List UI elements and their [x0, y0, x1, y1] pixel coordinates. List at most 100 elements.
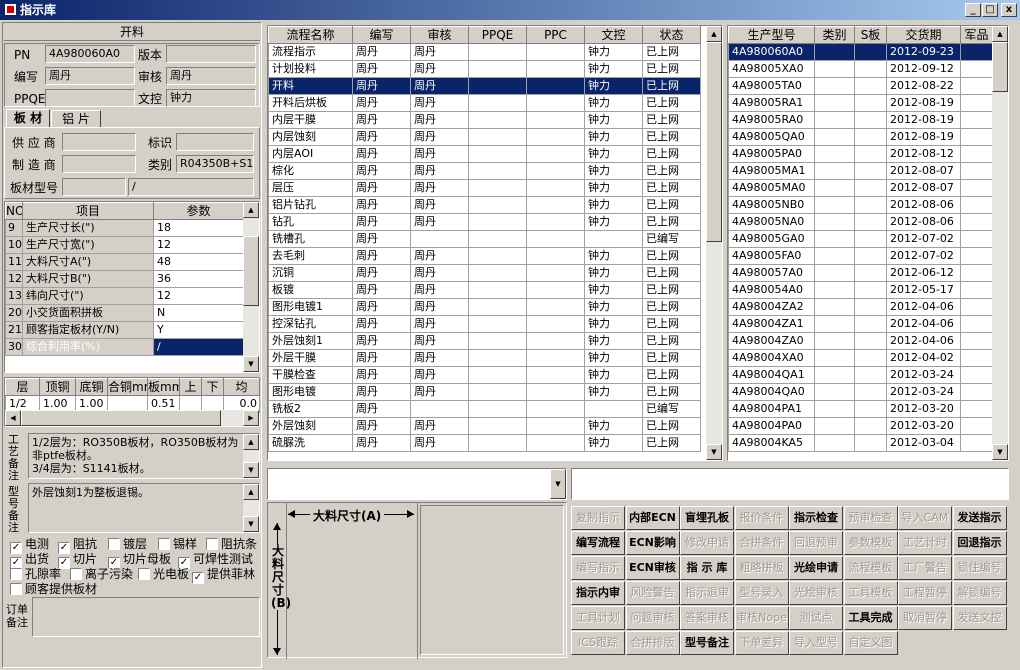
- flow-cell[interactable]: 钟力: [584, 315, 643, 333]
- flow-cell[interactable]: 周丹: [410, 247, 469, 265]
- flow-cell[interactable]: [526, 417, 585, 435]
- flow-row[interactable]: 图形电镀 周丹 周丹 钟力 已上网: [268, 383, 701, 401]
- mark-field[interactable]: [176, 133, 254, 151]
- col-board[interactable]: 板mm: [147, 378, 180, 396]
- model-cell[interactable]: [960, 77, 993, 95]
- model-cell[interactable]: [960, 43, 993, 61]
- flow-cell[interactable]: 钟力: [584, 145, 643, 163]
- flow-cell[interactable]: 外层蚀刻1: [268, 332, 353, 350]
- flow-cell[interactable]: 控深钻孔: [268, 315, 353, 333]
- flow-cell[interactable]: 周丹: [410, 332, 469, 350]
- action-button[interactable]: 下单差异: [734, 631, 789, 655]
- flow-cell[interactable]: [468, 315, 527, 333]
- action-button[interactable]: ICS跟踪: [571, 631, 625, 655]
- checkmark-icon[interactable]: ✓: [192, 572, 204, 584]
- flow-cell[interactable]: [526, 60, 585, 78]
- option-checkbox[interactable]: 锡样: [158, 537, 197, 551]
- action-button[interactable]: 发送指示: [952, 506, 1007, 530]
- flow-col-header[interactable]: 流程名称: [268, 26, 353, 44]
- model-cell[interactable]: [960, 264, 993, 282]
- minimize-button[interactable]: _: [965, 3, 981, 17]
- flow-col-header[interactable]: 文控: [584, 26, 643, 44]
- model-cell[interactable]: [814, 77, 855, 95]
- model-cell[interactable]: 4A98005PA0: [728, 145, 815, 163]
- flow-cell[interactable]: 周丹: [352, 315, 411, 333]
- scroll-up-icon[interactable]: ▲: [243, 434, 259, 450]
- flow-cell[interactable]: 周丹: [352, 400, 411, 418]
- model-row[interactable]: 4A980054A0 2012-05-17: [728, 281, 993, 299]
- flow-cell[interactable]: [526, 77, 585, 95]
- model-cell[interactable]: [814, 417, 855, 435]
- action-button[interactable]: 指 示 库: [680, 556, 734, 580]
- flow-cell[interactable]: [526, 213, 585, 231]
- flow-cell[interactable]: 图形电镀: [268, 383, 353, 401]
- flow-cell[interactable]: 周丹: [352, 77, 411, 95]
- param-row[interactable]: 20 小交货面积拼板 N: [5, 304, 244, 322]
- action-button[interactable]: ECN影响: [625, 531, 680, 555]
- flow-cell[interactable]: 钟力: [584, 213, 643, 231]
- model-cell[interactable]: [960, 179, 993, 197]
- layer-hscrollbar[interactable]: ◀ ▶: [5, 410, 259, 426]
- action-button[interactable]: 工具模板: [843, 581, 898, 605]
- model-row[interactable]: 4A980057A0 2012-06-12: [728, 264, 993, 282]
- flow-cell[interactable]: [468, 230, 527, 248]
- flow-cell[interactable]: 已上网: [642, 94, 701, 112]
- flow-row[interactable]: 干膜检查 周丹 周丹 钟力 已上网: [268, 366, 701, 384]
- flow-cell[interactable]: 钟力: [584, 417, 643, 435]
- flow-cell[interactable]: 已上网: [642, 179, 701, 197]
- flow-cell[interactable]: [468, 179, 527, 197]
- scroll-down-icon[interactable]: ▼: [243, 356, 259, 372]
- model-cell[interactable]: [854, 332, 887, 350]
- model-cell[interactable]: [854, 230, 887, 248]
- col-down[interactable]: 下: [201, 378, 224, 396]
- flow-cell[interactable]: [526, 94, 585, 112]
- model-cell[interactable]: [854, 315, 887, 333]
- flow-cell[interactable]: [526, 383, 585, 401]
- model-row[interactable]: 4A98005XA0 2012-09-12: [728, 60, 993, 78]
- flow-row[interactable]: 钻孔 周丹 周丹 钟力 已上网: [268, 213, 701, 231]
- action-button[interactable]: 解锁编号: [952, 581, 1007, 605]
- flow-cell[interactable]: 外层干膜: [268, 349, 353, 367]
- action-button[interactable]: ECN审核: [625, 556, 680, 580]
- model-row[interactable]: 4A98004XA0 2012-04-02: [728, 349, 993, 367]
- model-row[interactable]: 4A98004PA0 2012-03-20: [728, 417, 993, 435]
- model-cell[interactable]: 4A98005MA1: [728, 162, 815, 180]
- model-cell[interactable]: [960, 213, 993, 231]
- flow-cell[interactable]: 周丹: [352, 349, 411, 367]
- model-cell[interactable]: 4A98004XA0: [728, 349, 815, 367]
- checkbox-empty-icon[interactable]: [138, 568, 150, 580]
- model-cell[interactable]: [960, 94, 993, 112]
- model-cell[interactable]: [854, 179, 887, 197]
- flow-cell[interactable]: [468, 43, 527, 61]
- flow-cell[interactable]: 已上网: [642, 264, 701, 282]
- flow-cell[interactable]: 周丹: [352, 383, 411, 401]
- param-item-cell[interactable]: 纬向尺寸("): [22, 287, 154, 305]
- param-row[interactable]: 13 纬向尺寸(") 12: [5, 287, 244, 305]
- model-row[interactable]: 4A98005NB0 2012-08-06: [728, 196, 993, 214]
- model-cell[interactable]: 2012-08-07: [886, 162, 961, 180]
- model-row[interactable]: 4A98004KA5 2012-03-04: [728, 434, 993, 452]
- flow-cell[interactable]: 已上网: [642, 247, 701, 265]
- flow-cell[interactable]: 已上网: [642, 145, 701, 163]
- option-checkbox[interactable]: 镀层: [108, 537, 147, 551]
- flow-cell[interactable]: [526, 179, 585, 197]
- action-button[interactable]: 工程暂停: [898, 581, 952, 605]
- model-cell[interactable]: [854, 349, 887, 367]
- model-cell[interactable]: 4A98004PA0: [728, 417, 815, 435]
- process-note-field[interactable]: 1/2层为：RO350B板材，RO350B板材为非ptfe板材。 3/4层为：S…: [28, 433, 260, 479]
- model-cell[interactable]: [960, 60, 993, 78]
- params-scrollbar[interactable]: ▲ ▼: [243, 202, 259, 372]
- model-cell[interactable]: 2012-08-06: [886, 196, 961, 214]
- model-cell[interactable]: [960, 434, 993, 452]
- model-cell[interactable]: 2012-07-02: [886, 247, 961, 265]
- model-cell[interactable]: 4A98005MA0: [728, 179, 815, 197]
- flow-cell[interactable]: 周丹: [410, 145, 469, 163]
- flow-cell[interactable]: [468, 417, 527, 435]
- model-cell[interactable]: [814, 111, 855, 129]
- flow-cell[interactable]: [468, 349, 527, 367]
- flow-cell[interactable]: 周丹: [352, 94, 411, 112]
- flow-cell[interactable]: 周丹: [352, 111, 411, 129]
- flow-cell[interactable]: 周丹: [352, 298, 411, 316]
- param-item-cell[interactable]: 大料尺寸B("): [22, 270, 154, 288]
- param-no-cell[interactable]: 20: [5, 304, 23, 322]
